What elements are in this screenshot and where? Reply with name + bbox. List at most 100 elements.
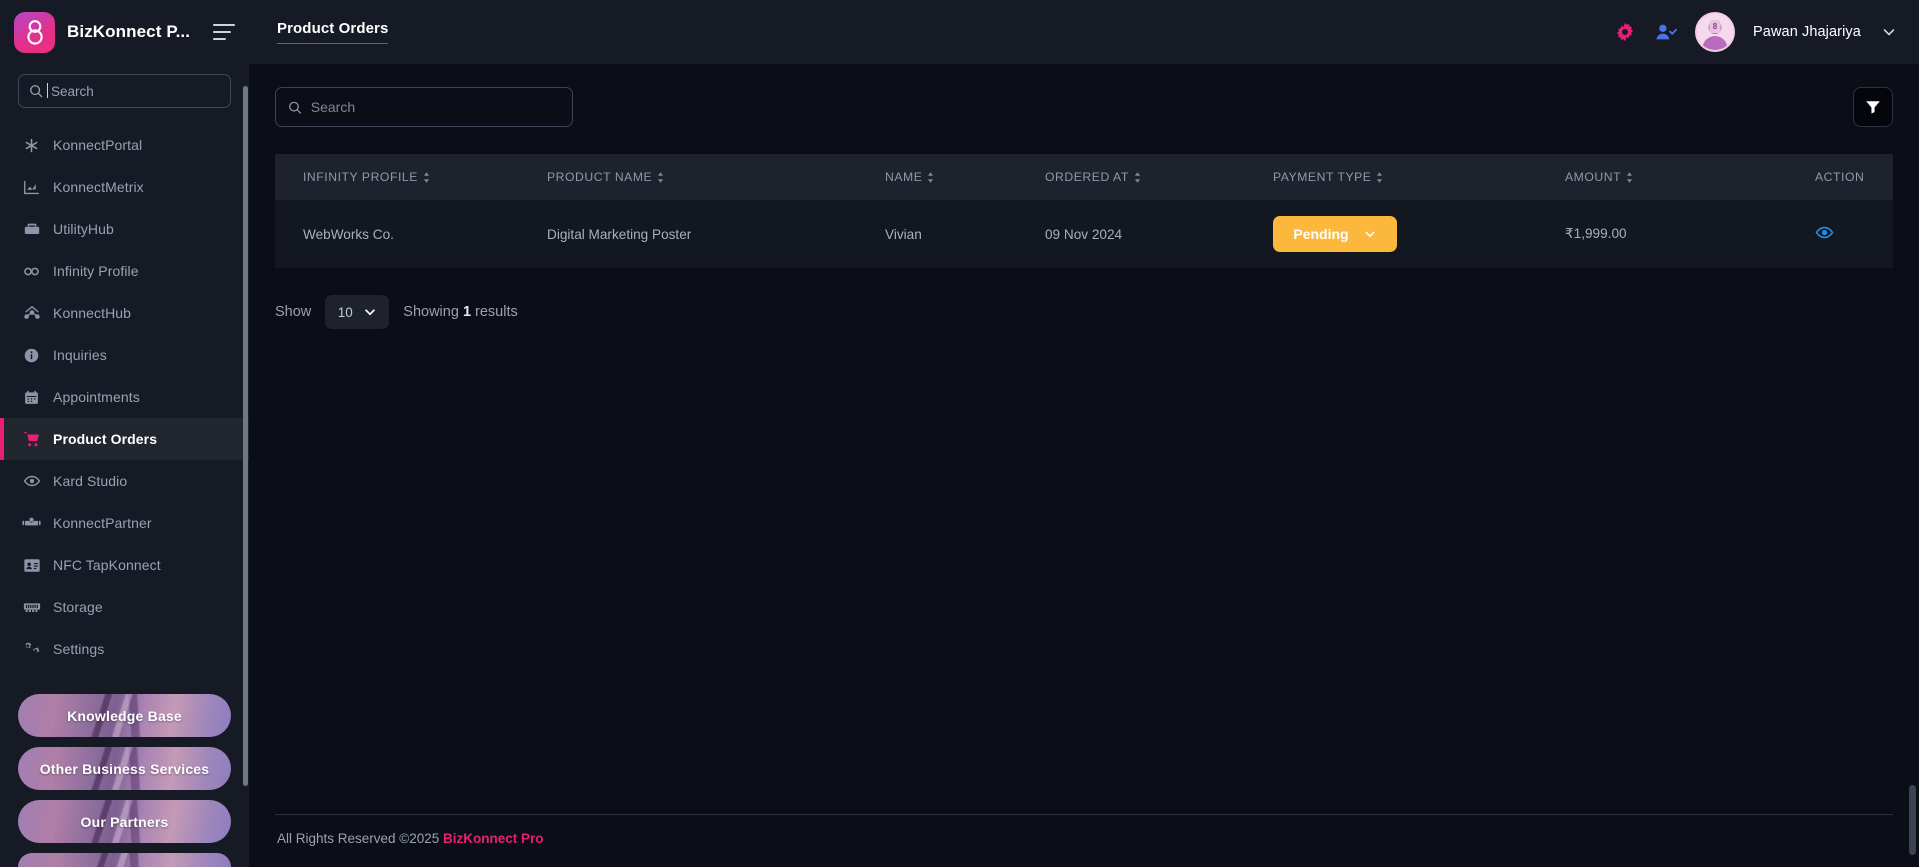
column-header-amount[interactable]: AMOUNT xyxy=(1565,154,1815,200)
sidebar-item-konnectportal[interactable]: KonnectPortal xyxy=(0,124,249,166)
status-badge-label: Pending xyxy=(1293,226,1349,242)
user-check-icon[interactable] xyxy=(1655,22,1678,42)
cell-name: Vivian xyxy=(885,226,922,242)
footer-brand-link[interactable]: BizKonnect Pro xyxy=(443,831,544,846)
chevron-down-icon[interactable] xyxy=(1881,24,1897,40)
sidebar-item-product-orders[interactable]: Product Orders xyxy=(0,418,249,460)
pagination-controls: Show 10 Showing 1 results xyxy=(275,295,1893,329)
orders-panel: INFINITY PROFILE PRODUCT NAME xyxy=(275,86,1893,814)
chart-bar-icon xyxy=(22,178,41,197)
page-scrollbar[interactable] xyxy=(1908,785,1916,855)
column-label: INFINITY PROFILE xyxy=(303,170,418,184)
sort-icon[interactable] xyxy=(1134,171,1141,183)
breadcrumb[interactable]: Product Orders xyxy=(277,19,389,45)
page-title: Product Orders xyxy=(277,19,389,37)
gear-icon[interactable] xyxy=(1615,22,1635,42)
network-hub-icon xyxy=(22,304,41,323)
search-icon xyxy=(30,85,43,98)
cell-infinity-profile: WebWorks Co. xyxy=(303,226,394,242)
memory-chip-icon xyxy=(22,598,41,617)
sidebar-item-label: KonnectHub xyxy=(53,305,132,321)
table-header-row: INFINITY PROFILE PRODUCT NAME NAME ORDER… xyxy=(275,154,1893,200)
sidebar-item-inquiries[interactable]: Inquiries xyxy=(0,334,249,376)
sort-icon[interactable] xyxy=(1626,171,1633,183)
avatar-body xyxy=(1702,36,1728,50)
promo-other-business-services[interactable]: Other Business Services xyxy=(18,747,231,790)
sidebar-search-input[interactable]: Search xyxy=(18,74,231,108)
results-count: Showing 1 results xyxy=(403,304,517,320)
sidebar-item-nfc-tapkonnect[interactable]: NFC TapKonnect xyxy=(0,544,249,586)
infinity-icon xyxy=(22,262,41,281)
sidebar-search-wrap: Search xyxy=(0,64,249,122)
sidebar-item-storage[interactable]: Storage xyxy=(0,586,249,628)
promo-label: Knowledge Base xyxy=(67,707,182,724)
column-label: PRODUCT NAME xyxy=(547,170,653,184)
sort-icon[interactable] xyxy=(1376,171,1383,183)
column-header-product-name[interactable]: PRODUCT NAME xyxy=(547,154,885,200)
sidebar-search-placeholder: Search xyxy=(47,82,94,99)
status-badge-payment-type[interactable]: Pending xyxy=(1273,216,1397,252)
table-row[interactable]: WebWorks Co. Digital Marketing Poster Vi… xyxy=(275,200,1893,268)
search-input-wrap[interactable] xyxy=(275,87,573,127)
sidebar-item-label: KonnectPortal xyxy=(53,137,143,153)
eye-icon xyxy=(1815,226,1834,239)
sidebar-item-konnectmetrix[interactable]: KonnectMetrix xyxy=(0,166,249,208)
breadcrumb-underline xyxy=(277,42,389,45)
search-input[interactable] xyxy=(310,99,560,115)
column-header-payment-type[interactable]: PAYMENT TYPE xyxy=(1273,154,1565,200)
footer: All Rights Reserved ©2025 BizKonnect Pro xyxy=(249,815,1919,867)
filter-button[interactable] xyxy=(1852,87,1893,127)
sidebar-item-konnecthub[interactable]: KonnectHub xyxy=(0,292,249,334)
avatar-badge-icon: 8 xyxy=(1709,20,1721,33)
results-number: 1 xyxy=(462,304,472,320)
sidebar-item-settings[interactable]: Settings xyxy=(0,628,249,670)
user-name: Pawan Jhajariya xyxy=(1753,24,1861,40)
sidebar-item-label: KonnectMetrix xyxy=(53,179,144,195)
column-label: ORDERED AT xyxy=(1045,170,1129,184)
sidebar-item-label: NFC TapKonnect xyxy=(53,557,161,573)
eye-icon xyxy=(22,472,41,491)
column-header-ordered-at[interactable]: ORDERED AT xyxy=(1045,154,1273,200)
sort-icon[interactable] xyxy=(423,171,430,183)
avatar[interactable]: 8 xyxy=(1697,14,1734,50)
sort-icon[interactable] xyxy=(657,171,664,183)
table-head: INFINITY PROFILE PRODUCT NAME NAME ORDER… xyxy=(275,154,1893,200)
page-size-select[interactable]: 10 xyxy=(325,295,390,329)
sidebar-item-label: Appointments xyxy=(53,389,140,405)
sidebar-item-kard-studio[interactable]: Kard Studio xyxy=(0,460,249,502)
calendar-icon xyxy=(22,388,41,407)
handshake-icon xyxy=(22,514,41,533)
info-circle-icon xyxy=(22,346,41,365)
sidebar-item-utilityhub[interactable]: UtilityHub xyxy=(0,208,249,250)
gears-icon xyxy=(22,640,41,659)
brand-header: BizKonnect P... xyxy=(0,0,249,64)
column-label: PAYMENT TYPE xyxy=(1273,170,1372,184)
column-label: NAME xyxy=(885,170,923,184)
sidebar-nav: KonnectPortal KonnectMetrix UtilityHub I… xyxy=(0,122,249,690)
hamburger-menu-icon[interactable] xyxy=(213,24,235,40)
column-header-name[interactable]: NAME xyxy=(885,154,1045,200)
table-body: WebWorks Co. Digital Marketing Poster Vi… xyxy=(275,200,1893,268)
view-order-button[interactable] xyxy=(1815,223,1834,242)
chevron-down-icon xyxy=(1364,231,1375,238)
sidebar-item-konnectpartner[interactable]: KonnectPartner xyxy=(0,502,249,544)
sidebar-item-label: Storage xyxy=(53,599,103,615)
column-header-infinity-profile[interactable]: INFINITY PROFILE xyxy=(275,154,547,200)
sort-icon[interactable] xyxy=(927,171,934,183)
sidebar-scrollbar[interactable] xyxy=(243,86,248,786)
cell-payment-type: Pending xyxy=(1273,200,1565,268)
column-label: AMOUNT xyxy=(1565,170,1622,184)
promo-our-partners[interactable]: Our Partners xyxy=(18,800,231,843)
sidebar-item-appointments[interactable]: Appointments xyxy=(0,376,249,418)
infinity-logo-icon[interactable] xyxy=(14,11,55,53)
sidebar-item-infinity-profile[interactable]: Infinity Profile xyxy=(0,250,249,292)
table-toolbar xyxy=(275,86,1893,128)
cell-product-name: Digital Marketing Poster xyxy=(547,226,692,242)
promo-knowledge-base[interactable]: Knowledge Base xyxy=(18,694,231,737)
column-label: ACTION xyxy=(1815,170,1865,184)
promo-partial-next[interactable] xyxy=(18,853,231,867)
shopping-cart-icon xyxy=(22,430,41,449)
search-icon xyxy=(289,101,302,114)
toolbox-icon xyxy=(22,220,41,239)
sidebar-item-label: Infinity Profile xyxy=(53,263,139,279)
